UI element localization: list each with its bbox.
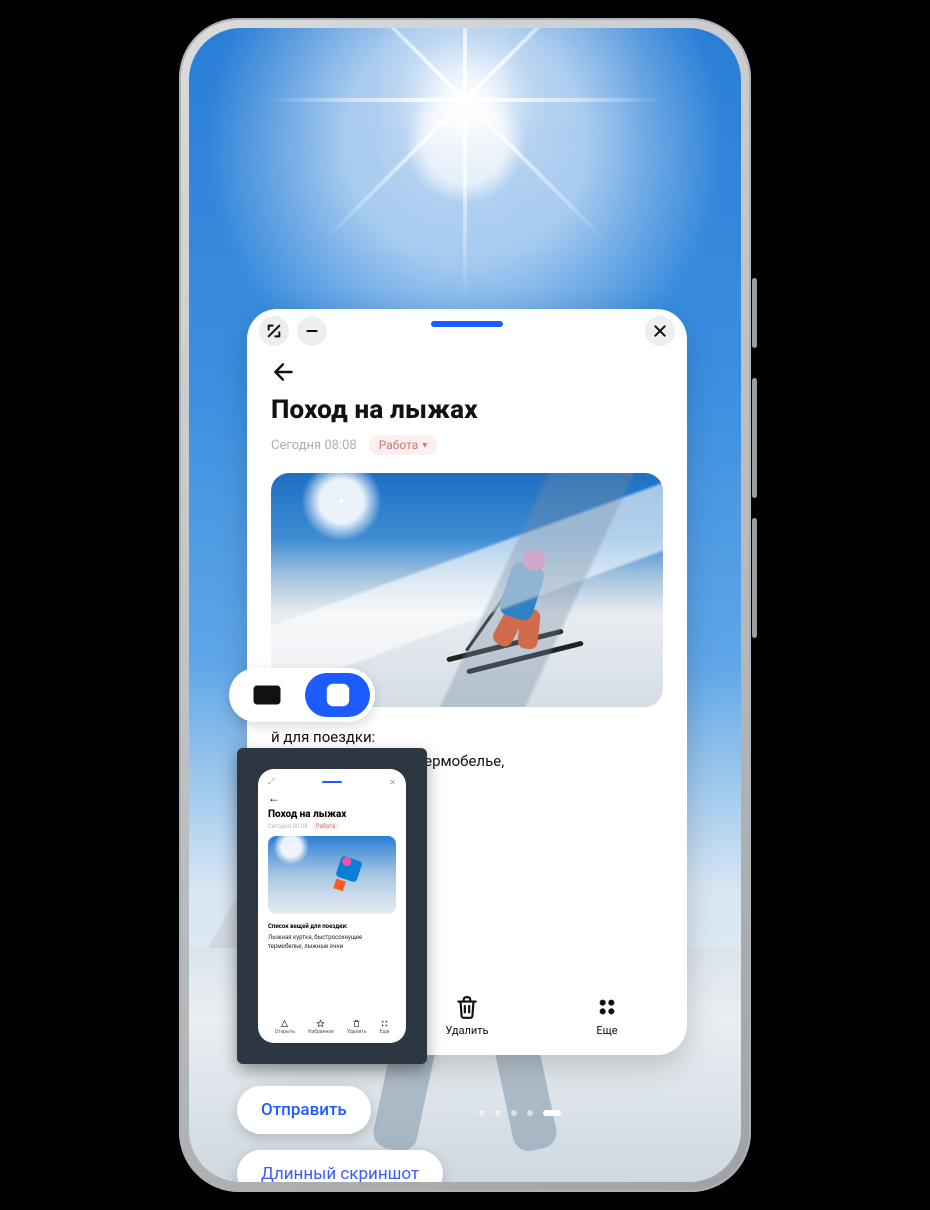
send-button[interactable]: Отправить [237,1086,371,1134]
drag-handle[interactable] [431,321,503,327]
thumb-text-body: Лыжная куртка, быстросохнущее термобелье… [268,933,396,951]
trash-icon [352,1019,361,1028]
note-body-line: й для поездки: [271,725,663,749]
skier-illustration [475,543,595,663]
side-button [752,278,757,348]
phone-frame: Поход на лыжах Сегодня 08:08 Работа й дл… [179,18,751,1192]
note-title: Поход на лыжах [271,395,663,425]
long-screenshot-button[interactable]: Длинный скриншот [237,1150,443,1182]
action-label: Удалить [445,1024,488,1037]
back-icon[interactable] [271,359,297,389]
thumb-open-button: Открыть [275,1019,295,1035]
volume-up-button [752,378,757,498]
close-icon[interactable] [645,316,675,346]
fullscreen-view-button[interactable] [234,673,299,717]
view-mode-toggle [229,668,375,722]
thumb-back-icon: ← [268,791,396,805]
thumb-date: Сегодня 08:08 [268,823,308,830]
thumb-tag: Работа [312,823,340,830]
thumb-more-button: Еще [380,1019,390,1035]
note-tag-chip[interactable]: Работа [369,435,438,455]
trash-icon [454,994,480,1020]
more-icon [380,1019,389,1028]
screenshot-thumbnail-frame[interactable]: ⤢ ✕ ← Поход на лыжах Сегодня 08:08 Работ… [237,748,427,1064]
floating-view-button[interactable] [305,673,370,717]
expand-icon[interactable] [259,316,289,346]
volume-down-button [752,518,757,638]
thumb-expand-icon: ⤢ [268,777,274,787]
thumb-drag-handle [322,781,342,783]
delete-button[interactable]: Удалить [423,994,511,1037]
thumb-text-heading: Список вещей для поездки: [268,922,396,931]
thumb-title: Поход на лыжах [268,809,396,820]
note-date: Сегодня 08:08 [271,438,357,453]
thumb-delete-button: Удалить [347,1019,367,1035]
star-icon [316,1019,325,1028]
thumb-actions: Открыть Избранное Удалить Еще [268,1013,396,1035]
more-icon [594,994,620,1020]
more-button[interactable]: Еще [563,994,651,1037]
thumb-close-icon: ✕ [389,778,396,787]
phone-screen: Поход на лыжах Сегодня 08:08 Работа й дл… [189,28,741,1182]
open-icon [280,1019,289,1028]
thumb-favorite-button: Избранное [308,1019,334,1035]
minimize-icon[interactable] [297,316,327,346]
page-indicator [479,1110,561,1116]
action-label: Еще [596,1024,617,1037]
screenshot-thumbnail: ⤢ ✕ ← Поход на лыжах Сегодня 08:08 Работ… [258,769,406,1043]
thumb-image [268,836,396,914]
floating-window-titlebar[interactable] [247,309,687,353]
